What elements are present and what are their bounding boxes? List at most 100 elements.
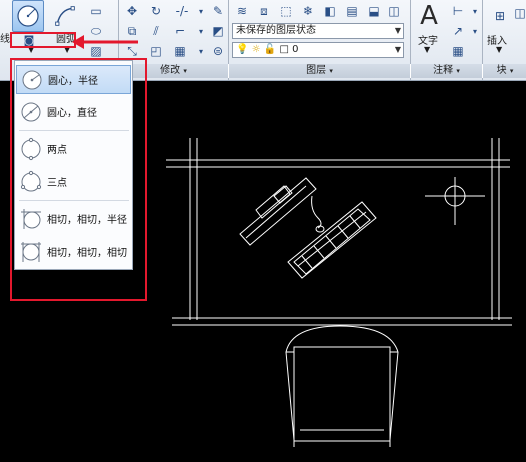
modify-panel-title[interactable]: 修改 ▾: [118, 64, 229, 78]
scale-button[interactable]: ◰: [146, 42, 166, 60]
chevron-down-icon: ▾: [456, 67, 460, 75]
pencil-icon: ✎: [212, 4, 224, 18]
text-button[interactable]: A: [416, 1, 442, 31]
lamp-drawing: [425, 177, 485, 225]
insert-block-icon: ⊞: [494, 9, 506, 23]
text-chevron-icon[interactable]: ▼: [424, 45, 430, 54]
circle-ttt-icon: [19, 240, 43, 264]
table-icon: ▦: [452, 44, 464, 58]
chevron-down-icon: ▼: [28, 45, 35, 54]
erase-button[interactable]: ✎: [208, 2, 228, 20]
layer-lock-icon: ▤: [346, 4, 358, 18]
monitor-drawing: [239, 177, 325, 246]
annotation-panel-title[interactable]: 注释 ▾: [410, 64, 483, 78]
menu-item-3point[interactable]: 三点: [16, 167, 131, 196]
menu-item-2point[interactable]: 两点: [16, 134, 131, 163]
circle-button[interactable]: [12, 0, 44, 32]
menu-item-tan-tan-radius[interactable]: 相切，相切，半径: [16, 204, 131, 233]
table-button[interactable]: ▦: [448, 42, 468, 60]
layer-select[interactable]: 💡 ☼ 🔓 □ 0 ▼: [232, 42, 404, 58]
layer-isolate-button[interactable]: ⬚: [276, 2, 296, 20]
menu-item-label: 相切，相切，半径: [47, 215, 127, 226]
menu-item-label: 三点: [47, 178, 67, 189]
text-a-icon: A: [420, 1, 438, 31]
leader-dropdown[interactable]: ▾: [470, 22, 480, 40]
leader-icon: ↗: [452, 24, 464, 38]
rectangle-button[interactable]: ▭: [86, 2, 106, 20]
leader-button[interactable]: ↗: [448, 22, 468, 40]
rotate-icon: ↻: [150, 4, 162, 18]
circle-3point-icon: [19, 170, 43, 194]
trim-dropdown[interactable]: ▾: [196, 2, 206, 20]
menu-item-label: 圆心，半径: [48, 76, 98, 87]
menu-item-label: 两点: [47, 145, 67, 156]
layer-state-select[interactable]: 未保存的图层状态 ▼: [232, 23, 404, 39]
menu-item-center-diameter[interactable]: 圆心，直径: [16, 97, 131, 126]
array-dropdown[interactable]: ▾: [196, 42, 206, 60]
layer-properties-button[interactable]: ≋: [232, 2, 252, 20]
modify-panel-label: 修改: [160, 65, 181, 76]
insert-chevron-icon[interactable]: ▼: [496, 45, 502, 54]
offset-button[interactable]: ⊜: [208, 42, 228, 60]
rotate-button[interactable]: ↻: [146, 2, 166, 20]
fillet-dropdown[interactable]: ▾: [196, 22, 206, 40]
desk-drawing: [166, 138, 512, 326]
layers-panel-title[interactable]: 图层 ▾: [228, 64, 411, 78]
block-create-icon: ◫: [514, 6, 526, 20]
layer-match-button[interactable]: ⬓: [364, 2, 384, 20]
layer-freeze-icon: ❄: [302, 4, 314, 18]
layer-walk-icon: ◫: [388, 4, 400, 18]
arc-icon: [55, 6, 75, 26]
layer-freeze-button[interactable]: ❄: [298, 2, 318, 20]
dimension-icon: ⊢: [452, 4, 464, 18]
layer-lock-button[interactable]: ▤: [342, 2, 362, 20]
explode-button[interactable]: ◩: [208, 22, 228, 40]
layer-current-value: 0: [292, 44, 299, 55]
chevron-down-icon: ▾: [472, 26, 477, 36]
menu-item-label: 圆心，直径: [47, 108, 97, 119]
mirror-icon: ⫽: [153, 23, 159, 38]
layer-state-value: 未保存的图层状态: [236, 25, 316, 36]
arc-button[interactable]: [52, 4, 78, 28]
insert-button[interactable]: ⊞: [488, 4, 512, 28]
mirror-button[interactable]: ⫽: [146, 22, 166, 40]
annotation-arrow: [72, 35, 138, 49]
offset-icon: ⊜: [212, 44, 224, 58]
fillet-button[interactable]: ⌐: [170, 22, 190, 40]
color-swatch-icon: □: [279, 44, 289, 55]
layer-match-icon: ⬓: [368, 4, 380, 18]
dimension-dropdown[interactable]: ▾: [470, 2, 480, 20]
circle-icon: [17, 5, 39, 27]
scale-icon: ◰: [150, 44, 162, 58]
layer-state-button[interactable]: ⧈: [254, 2, 274, 20]
circle-center-radius-icon: [20, 68, 44, 92]
bulb-icon: 💡: [236, 44, 249, 55]
layer-off-icon: ◧: [324, 4, 336, 18]
chevron-down-icon: ▾: [509, 67, 514, 75]
keyboard-drawing: [287, 201, 377, 279]
array-icon: ▦: [174, 44, 186, 58]
move-button[interactable]: ✥: [122, 2, 142, 20]
menu-item-center-radius[interactable]: 圆心，半径: [16, 65, 131, 94]
chevron-down-icon: ▾: [183, 67, 187, 75]
menu-item-tan-tan-tan[interactable]: 相切，相切，相切: [16, 237, 131, 266]
chevron-down-icon: ▾: [198, 6, 203, 16]
layer-isolate-icon: ⬚: [280, 4, 292, 18]
line-label: 线: [0, 34, 10, 45]
dimension-button[interactable]: ⊢: [448, 2, 468, 20]
block-panel-title[interactable]: 块 ▾: [482, 64, 526, 78]
layer-state-icon: ⧈: [260, 3, 268, 18]
layer-off-button[interactable]: ◧: [320, 2, 340, 20]
fillet-icon: ⌐: [174, 24, 186, 38]
block-create-button[interactable]: ◫: [514, 4, 526, 22]
chevron-down-icon: ▼: [394, 45, 401, 54]
trim-button[interactable]: -/-: [170, 2, 194, 20]
array-button[interactable]: ▦: [170, 42, 190, 60]
chair-drawing: [285, 325, 399, 447]
chevron-down-icon: ▾: [198, 46, 203, 56]
annotation-panel-label: 注释: [433, 65, 454, 76]
rectangle-icon: ▭: [90, 4, 102, 18]
circle-dropdown-menu: 圆心，半径 圆心，直径 两点 三点 相切，相切，半径 相切，相切，相切: [14, 60, 133, 270]
layers-panel-label: 图层: [306, 65, 327, 76]
layer-walk-button[interactable]: ◫: [384, 2, 404, 20]
